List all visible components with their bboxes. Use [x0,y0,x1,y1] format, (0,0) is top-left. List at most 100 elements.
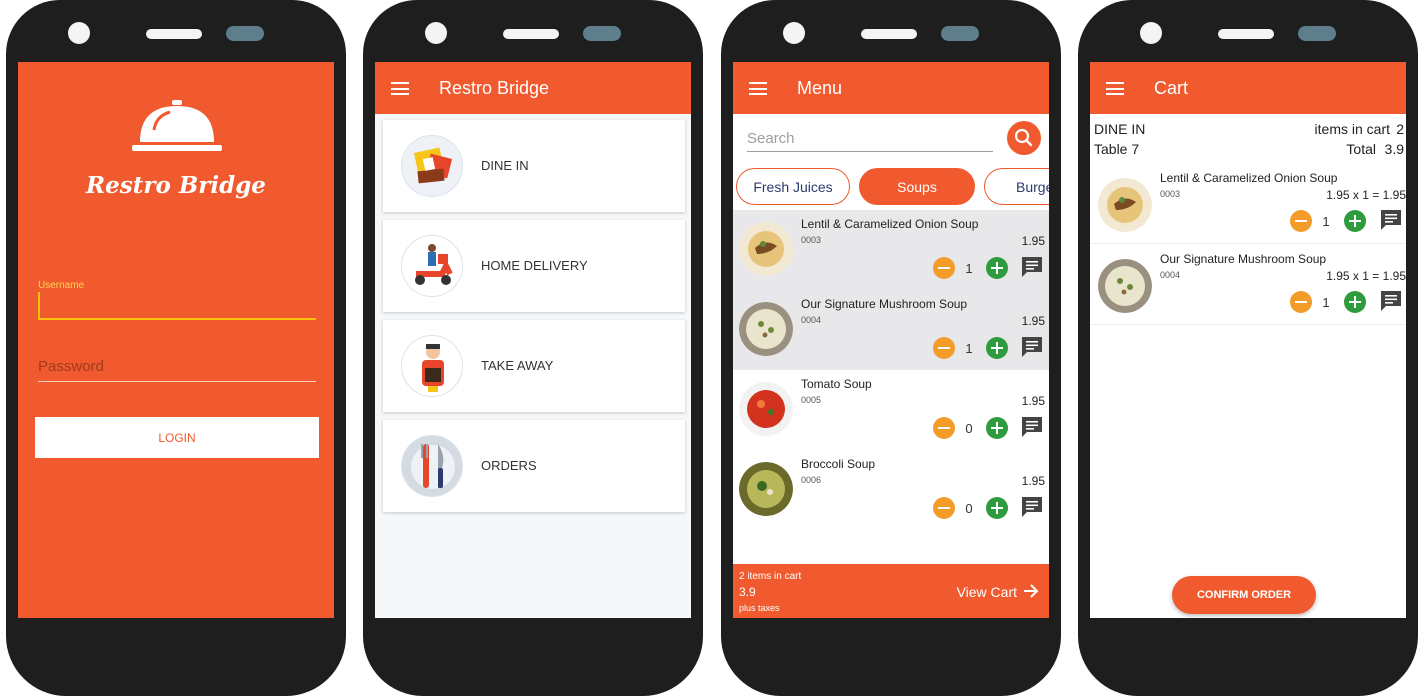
password-input[interactable] [38,352,316,382]
speaker-grille [861,29,917,39]
decrease-quantity-button[interactable] [933,417,955,439]
view-cart-link[interactable]: View Cart [957,584,1017,600]
item-code: 0004 [1160,270,1181,280]
item-quantity: 1 [1322,214,1330,229]
item-price: 1.95 [1021,314,1045,328]
increase-quantity-button[interactable] [986,497,1008,519]
category-chip-soups[interactable]: Soups [859,168,975,205]
item-name: Our Signature Mushroom Soup [1160,252,1327,266]
comment-icon[interactable] [1380,290,1402,312]
increase-quantity-button[interactable] [1344,210,1366,232]
item-price: 1.95 [1021,394,1045,408]
option-label: ORDERS [481,458,537,473]
total-label: Total [1346,141,1376,157]
lentil-soup-image [1098,178,1152,232]
decrease-quantity-button[interactable] [1290,210,1312,232]
search-input[interactable] [747,126,993,152]
item-quantity: 1 [965,261,973,276]
cloche-logo-icon [132,100,222,151]
menu-item[interactable]: Our Signature Mushroom Soup 0004 1.95 1 [733,290,1049,370]
cart-item[interactable]: Lentil & Caramelized Onion Soup 0003 1.9… [1090,164,1406,244]
category-chip-fresh-juices[interactable]: Fresh Juices [736,168,850,205]
item-price: 1.95 [1326,188,1350,202]
username-input[interactable] [38,292,316,320]
item-quantity: 0 [965,501,973,516]
comment-icon[interactable] [1021,416,1043,438]
increase-quantity-button[interactable] [1344,291,1366,313]
option-dine-in[interactable]: DINE IN [383,120,685,212]
search-icon [1014,128,1033,147]
decrease-quantity-button[interactable] [933,257,955,279]
confirm-order-button[interactable]: CONFIRM ORDER [1172,576,1316,614]
comment-icon[interactable] [1021,336,1043,358]
increase-quantity-button[interactable] [986,257,1008,279]
item-code: 0003 [801,235,822,245]
camera-dot [783,22,805,44]
item-qty-multiplier: 1 [1362,269,1369,283]
username-label: Username [38,280,85,291]
cart-total: 3.9 [739,585,756,599]
speaker-grille [146,29,202,39]
hamburger-menu-icon[interactable] [1106,82,1124,95]
comment-icon[interactable] [1021,256,1043,278]
option-home-delivery[interactable]: HOME DELIVERY [383,220,685,312]
line-total: 1.95 [1382,188,1406,202]
item-quantity: 0 [965,421,973,436]
home-screen: Restro Bridge DINE IN HOME DELIVERY TAKE… [375,62,691,618]
decrease-quantity-button[interactable] [1290,291,1312,313]
app-bar: Restro Bridge [375,62,691,114]
menu-screen: Menu Fresh Juices Soups Burge Lentil & C… [733,62,1049,618]
item-name: Tomato Soup [801,377,872,391]
item-price: 1.95 [1021,234,1045,248]
mushroom-soup-image [739,302,793,356]
item-code: 0003 [1160,189,1181,199]
fork-knife-icon [401,435,463,497]
cart-screen: Cart DINE IN Table 7 items in cart 2 Tot… [1090,62,1406,618]
cart-summary-bar: 2 items in cart 3.9 plus taxes View Cart [733,564,1049,618]
option-label: HOME DELIVERY [481,258,588,273]
phone-menu: Menu Fresh Juices Soups Burge Lentil & C… [721,0,1061,696]
speaker-grille [1218,29,1274,39]
item-name: Lentil & Caramelized Onion Soup [1160,171,1338,185]
service-options: DINE IN HOME DELIVERY TAKE AWAY ORDERS [375,114,691,618]
menu-item[interactable]: Lentil & Caramelized Onion Soup 0003 1.9… [733,210,1049,290]
app-bar: Menu [733,62,1049,114]
login-button[interactable]: LOGIN [35,417,319,458]
hamburger-menu-icon[interactable] [749,82,767,95]
category-chip-burgers[interactable]: Burge [984,168,1049,205]
total-value: 3.9 [1384,141,1404,157]
option-label: DINE IN [481,158,529,173]
speaker-grille [503,29,559,39]
item-price: 1.95 [1326,269,1350,283]
increase-quantity-button[interactable] [986,337,1008,359]
table-number: Table 7 [1094,141,1140,157]
arrow-right-icon[interactable] [1023,584,1039,598]
decrease-quantity-button[interactable] [933,497,955,519]
app-showcase: Restro Bridge Username LOGIN Restro Brid… [0,0,1428,696]
decrease-quantity-button[interactable] [933,337,955,359]
camera-dot [68,22,90,44]
sensor [583,26,621,41]
camera-dot [425,22,447,44]
delivery-scooter-icon [401,235,463,297]
items-in-cart-count: 2 [1396,121,1404,137]
items-in-cart-label: items in cart [1314,121,1390,137]
item-qty-multiplier: 1 [1362,188,1369,202]
search-button[interactable] [1007,121,1041,155]
camera-dot [1140,22,1162,44]
increase-quantity-button[interactable] [986,417,1008,439]
menu-item[interactable]: Broccoli Soup 0006 1.95 0 [733,450,1049,530]
item-code: 0005 [801,395,822,405]
cart-item[interactable]: Our Signature Mushroom Soup 0004 1.95 x … [1090,245,1406,325]
option-take-away[interactable]: TAKE AWAY [383,320,685,412]
sensor [1298,26,1336,41]
comment-icon[interactable] [1021,496,1043,518]
sensor [226,26,264,41]
order-mode: DINE IN [1094,121,1146,137]
hamburger-menu-icon[interactable] [391,82,409,95]
option-orders[interactable]: ORDERS [383,420,685,512]
line-calculation: 1.95 x 1 = 1.95 [1326,269,1406,283]
menu-item[interactable]: Tomato Soup 0005 1.95 0 [733,370,1049,450]
comment-icon[interactable] [1380,209,1402,231]
cart-taxes-note: plus taxes [739,603,780,613]
